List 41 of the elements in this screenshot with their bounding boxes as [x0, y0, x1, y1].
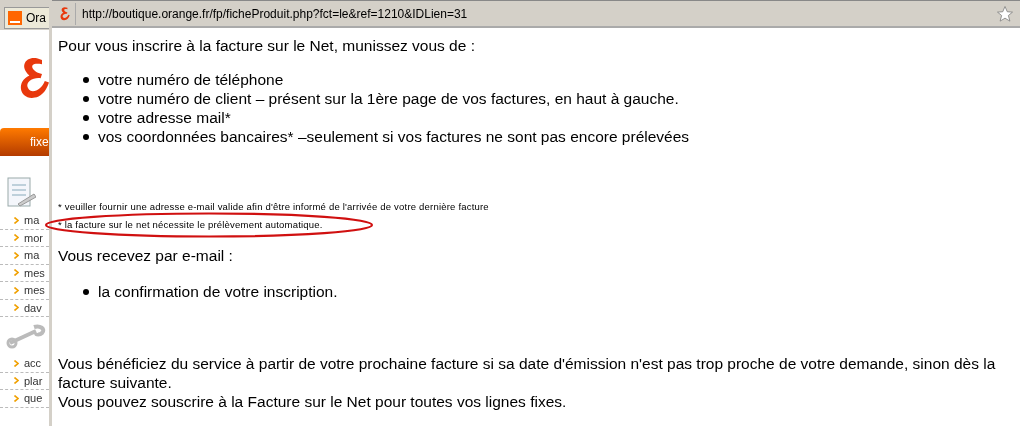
- chevron-icon: [14, 216, 19, 224]
- section-heading: Vous recevez par e-mail :: [58, 246, 234, 265]
- list-item-text: vos coordonnées bancaires* –seulement si vos factures ne sont pas encore prélevées: [98, 128, 690, 145]
- chevron-icon: [14, 359, 19, 367]
- list-item-text: votre numéro de client – présent sur la 1ère page de vos factures, en haut à gauche.: [98, 90, 679, 107]
- menu-link[interactable]: acc: [24, 355, 42, 372]
- menu-link[interactable]: ma: [24, 247, 40, 264]
- paragraph-text: Vous bénéficiez du service à partir de votre prochaine facture si sa date d'émission n'est pas trop proche de votre demande, sinon dès la facture suivante.: [58, 354, 997, 392]
- menu-link[interactable]: dav: [24, 299, 42, 316]
- wrench-icon: [6, 323, 48, 349]
- browser-tab[interactable]: Ora: [4, 7, 49, 29]
- menu-link[interactable]: plar: [24, 372, 43, 389]
- chevron-icon: [14, 377, 19, 385]
- bullet-dot: [83, 115, 89, 121]
- menu-link[interactable]: mes: [24, 264, 45, 281]
- document-pen-icon: [6, 176, 36, 210]
- chevron-icon: [14, 251, 19, 259]
- menu-link[interactable]: ma: [24, 212, 40, 229]
- chevron-icon: [14, 286, 19, 294]
- paragraph-text: Vous pouvez souscrire à la Facture sur le Net pour toutes vos lignes fixes.: [58, 392, 568, 411]
- bullet-dot: [83, 96, 89, 102]
- footnote-text: * la facture sur le net nécessite le prélèvement automatique.: [58, 219, 324, 231]
- bullet-dot: [83, 289, 89, 295]
- url-text: http://boutique.orange.fr/fp/ficheProduit.php?fct=le&ref=1210&IDLien=31: [82, 5, 469, 23]
- bookmark-star-icon[interactable]: [996, 5, 1014, 24]
- bullet-dot: [83, 77, 89, 83]
- chevron-icon: [14, 234, 19, 242]
- chevron-icon: [14, 394, 19, 402]
- site-logo-icon: [8, 11, 22, 25]
- menu-link[interactable]: mes: [24, 282, 45, 299]
- chevron-icon: [14, 304, 19, 312]
- bullet-dot: [83, 134, 89, 140]
- chevron-icon: [14, 269, 19, 277]
- list-item-text: la confirmation de votre inscription.: [98, 283, 338, 300]
- list-item-text: votre numéro de téléphone: [98, 71, 284, 88]
- list-item-text: votre adresse mail*: [98, 109, 231, 126]
- menu-link[interactable]: que: [24, 390, 43, 407]
- intro-text: Pour vous inscrire à la facture sur le Net, munissez vous de :: [58, 36, 476, 55]
- menu-tab-button[interactable]: fixe: [0, 128, 49, 156]
- footnote-text: * veuiller fournir une adresse e-mail valide afin d'être informé de l'arrivée de votre dernière facture: [58, 201, 490, 213]
- menu-link[interactable]: mor: [24, 229, 43, 246]
